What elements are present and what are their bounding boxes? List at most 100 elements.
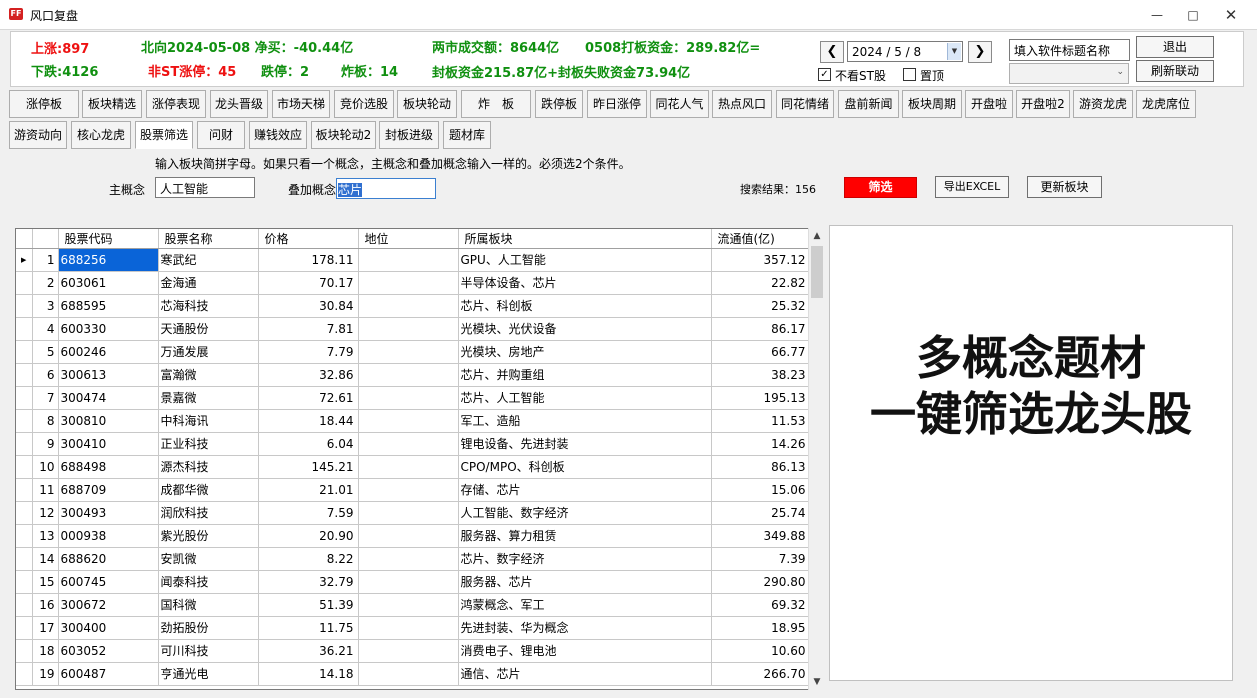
stock-name-cell[interactable]: 芯海科技 <box>158 294 259 318</box>
tab-sector-rotation[interactable]: 板块轮动 <box>397 90 457 118</box>
tab-hot-topics[interactable]: 热点风口 <box>712 90 772 118</box>
scroll-up-icon[interactable]: ▲ <box>809 228 825 244</box>
table-row[interactable]: 18 603052 可川科技 36.21 消费电子、锂电池 10.60 <box>16 639 811 663</box>
stock-code-cell[interactable]: 300410 <box>58 432 159 456</box>
stock-name-cell[interactable]: 闻泰科技 <box>158 570 259 594</box>
tab-dragon-seats[interactable]: 龙虎席位 <box>1136 90 1196 118</box>
tab-auction-pick[interactable]: 竞价选股 <box>334 90 394 118</box>
rank-cell[interactable] <box>358 501 459 525</box>
price-cell[interactable]: 51.39 <box>258 593 359 617</box>
table-row[interactable]: 10 688498 源杰科技 145.21 CPO/MPO、科创板 86.13 <box>16 455 811 479</box>
float-cap-cell[interactable]: 14.26 <box>711 432 811 456</box>
tab-kaipanla-2[interactable]: 开盘啦2 <box>1016 90 1070 118</box>
price-cell[interactable]: 21.01 <box>258 478 359 502</box>
rank-cell[interactable] <box>358 662 459 686</box>
chevron-down-icon[interactable]: ▼ <box>947 43 961 60</box>
sector-cell[interactable]: 光模块、房地产 <box>458 340 712 364</box>
filter-button[interactable]: 筛选 <box>844 177 917 198</box>
rank-cell[interactable] <box>358 409 459 433</box>
tab-sector-rotation-2[interactable]: 板块轮动2 <box>311 121 376 149</box>
rank-cell[interactable] <box>358 248 459 272</box>
stock-table[interactable]: 股票代码 股票名称 价格 地位 所属板块 流通值(亿) ▶ 1 688256 寒武纪 1… <box>15 228 825 690</box>
minimize-icon[interactable]: — <box>1146 5 1168 25</box>
stock-code-cell[interactable]: 688620 <box>58 547 159 571</box>
stock-code-cell[interactable]: 300474 <box>58 386 159 410</box>
tab-seal-promotion[interactable]: 封板进级 <box>379 121 439 149</box>
sector-cell[interactable]: 芯片、数字经济 <box>458 547 712 571</box>
tab-yesterday-limit-up[interactable]: 昨日涨停 <box>587 90 647 118</box>
float-cap-cell[interactable]: 25.32 <box>711 294 811 318</box>
stock-code-cell[interactable]: 603061 <box>58 271 159 295</box>
stock-name-cell[interactable]: 劲拓股份 <box>158 616 259 640</box>
column-header[interactable]: 流通值(亿) <box>711 229 811 249</box>
stock-name-cell[interactable]: 中科海讯 <box>158 409 259 433</box>
float-cap-cell[interactable]: 195.13 <box>711 386 811 410</box>
stock-name-cell[interactable]: 成都华微 <box>158 478 259 502</box>
rank-cell[interactable] <box>358 593 459 617</box>
sector-cell[interactable]: 芯片、并购重组 <box>458 363 712 387</box>
rank-cell[interactable] <box>358 547 459 571</box>
stock-code-cell[interactable]: 688498 <box>58 455 159 479</box>
table-row[interactable]: 7 300474 景嘉微 72.61 芯片、人工智能 195.13 <box>16 386 811 410</box>
float-cap-cell[interactable]: 10.60 <box>711 639 811 663</box>
table-row[interactable]: 2 603061 金海通 70.17 半导体设备、芯片 22.82 <box>16 271 811 295</box>
table-row[interactable]: 17 300400 劲拓股份 11.75 先进封装、华为概念 18.95 <box>16 616 811 640</box>
price-cell[interactable]: 30.84 <box>258 294 359 318</box>
table-row[interactable]: 8 300810 中科海讯 18.44 军工、造船 11.53 <box>16 409 811 433</box>
float-cap-cell[interactable]: 357.12 <box>711 248 811 272</box>
sector-cell[interactable]: 消费电子、锂电池 <box>458 639 712 663</box>
float-cap-cell[interactable]: 86.13 <box>711 455 811 479</box>
sector-cell[interactable]: 服务器、算力租赁 <box>458 524 712 548</box>
table-row[interactable]: 11 688709 成都华微 21.01 存储、芯片 15.06 <box>16 478 811 502</box>
rank-cell[interactable] <box>358 271 459 295</box>
stock-name-cell[interactable]: 安凯微 <box>158 547 259 571</box>
table-row[interactable]: 16 300672 国科微 51.39 鸿蒙概念、军工 69.32 <box>16 593 811 617</box>
main-concept-input[interactable]: 人工智能 <box>155 177 255 198</box>
price-cell[interactable]: 32.79 <box>258 570 359 594</box>
stock-code-cell[interactable]: 000938 <box>58 524 159 548</box>
stock-code-cell[interactable]: 688595 <box>58 294 159 318</box>
stock-name-cell[interactable]: 紫光股份 <box>158 524 259 548</box>
stock-name-cell[interactable]: 亨通光电 <box>158 662 259 686</box>
sector-cell[interactable]: 存储、芯片 <box>458 478 712 502</box>
tab-limit-up[interactable]: 涨停板 <box>9 90 79 118</box>
rank-cell[interactable] <box>358 524 459 548</box>
next-date-button[interactable]: ❯ <box>968 41 992 63</box>
price-cell[interactable]: 6.04 <box>258 432 359 456</box>
rank-cell[interactable] <box>358 294 459 318</box>
table-row[interactable]: 14 688620 安凯微 8.22 芯片、数字经济 7.39 <box>16 547 811 571</box>
price-cell[interactable]: 145.21 <box>258 455 359 479</box>
stock-code-cell[interactable]: 300493 <box>58 501 159 525</box>
stock-name-cell[interactable]: 源杰科技 <box>158 455 259 479</box>
tab-limit-down[interactable]: 跌停板 <box>535 90 583 118</box>
float-cap-cell[interactable]: 22.82 <box>711 271 811 295</box>
stock-name-cell[interactable]: 金海通 <box>158 271 259 295</box>
tab-broken-board[interactable]: 炸 板 <box>461 90 531 118</box>
overlay-concept-input[interactable]: 芯片 <box>336 178 436 199</box>
table-row[interactable]: 13 000938 紫光股份 20.90 服务器、算力租赁 349.88 <box>16 524 811 548</box>
tab-market-ladder[interactable]: 市场天梯 <box>272 90 330 118</box>
stock-name-cell[interactable]: 正业科技 <box>158 432 259 456</box>
column-header[interactable]: 股票名称 <box>158 229 259 249</box>
tab-kaipanla[interactable]: 开盘啦 <box>965 90 1013 118</box>
rank-cell[interactable] <box>358 478 459 502</box>
table-row[interactable]: ▶ 1 688256 寒武纪 178.11 GPU、人工智能 357.12 <box>16 248 811 272</box>
tab-hot-money-moves[interactable]: 游资动向 <box>9 121 67 149</box>
stock-code-cell[interactable]: 600487 <box>58 662 159 686</box>
sector-cell[interactable]: 军工、造船 <box>458 409 712 433</box>
price-cell[interactable]: 36.21 <box>258 639 359 663</box>
tab-core-dragon[interactable]: 核心龙虎 <box>71 121 131 149</box>
sector-cell[interactable]: 通信、芯片 <box>458 662 712 686</box>
sector-cell[interactable]: CPO/MPO、科创板 <box>458 455 712 479</box>
rank-cell[interactable] <box>358 616 459 640</box>
float-cap-cell[interactable]: 11.53 <box>711 409 811 433</box>
stock-code-cell[interactable]: 300400 <box>58 616 159 640</box>
sector-cell[interactable]: 锂电设备、先进封装 <box>458 432 712 456</box>
update-sectors-button[interactable]: 更新板块 <box>1027 176 1102 198</box>
rank-cell[interactable] <box>358 340 459 364</box>
price-cell[interactable]: 72.61 <box>258 386 359 410</box>
tab-ths-sentiment[interactable]: 同花情绪 <box>776 90 834 118</box>
price-cell[interactable]: 7.59 <box>258 501 359 525</box>
column-header[interactable]: 地位 <box>358 229 459 249</box>
price-cell[interactable]: 18.44 <box>258 409 359 433</box>
